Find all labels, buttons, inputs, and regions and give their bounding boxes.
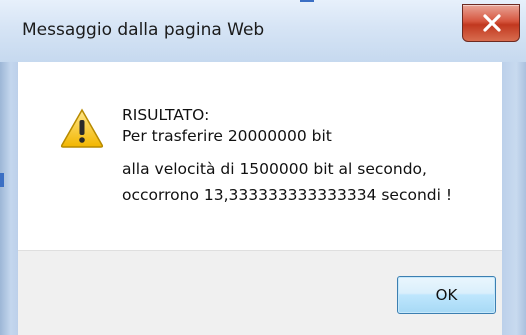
close-button[interactable] xyxy=(462,4,520,42)
warning-triangle-icon xyxy=(60,108,104,148)
frame-highlight xyxy=(300,0,314,2)
message-line: occorrono 13,333333333333334 secondi ! xyxy=(122,186,453,204)
frame-highlight-left xyxy=(0,173,4,187)
message-heading: RISULTATO: xyxy=(122,106,210,124)
close-x-icon xyxy=(483,14,501,32)
message-line: alla velocità di 1500000 bit al secondo, xyxy=(122,160,427,178)
message-dialog: Messaggio dalla pagina Web RISULTATO: Pe… xyxy=(0,0,526,335)
ok-button[interactable]: OK xyxy=(397,276,496,314)
message-line: Per trasferire 20000000 bit xyxy=(122,127,332,145)
message-content-area xyxy=(18,62,502,250)
window-title: Messaggio dalla pagina Web xyxy=(22,20,265,40)
